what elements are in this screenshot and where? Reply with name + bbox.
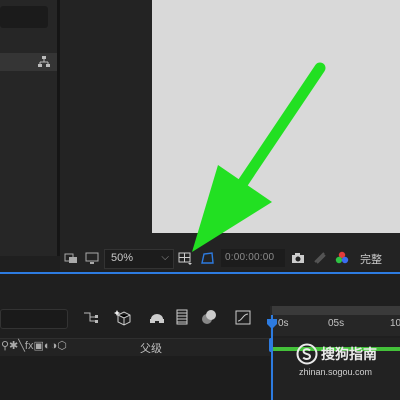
chevron-down-icon: ⌵ bbox=[161, 252, 169, 263]
color-channels-icon[interactable] bbox=[334, 250, 350, 266]
ruler-label-start: 0s bbox=[278, 318, 289, 329]
draft-3d-icon[interactable] bbox=[114, 308, 132, 326]
project-search-input[interactable] bbox=[0, 6, 48, 28]
nested-comp-icon[interactable] bbox=[82, 308, 100, 326]
timeline-panel-header bbox=[0, 274, 400, 304]
magnification-value: 50% bbox=[111, 252, 134, 264]
ruler-label-10s: 10 bbox=[390, 318, 400, 329]
flowchart-icon[interactable] bbox=[38, 56, 50, 68]
timeline-search-input[interactable] bbox=[0, 309, 68, 329]
watermark-title: 搜狗指南 bbox=[321, 346, 377, 362]
layer-list bbox=[0, 356, 270, 400]
project-panel bbox=[0, 0, 57, 256]
parent-column-header[interactable]: 父级 bbox=[140, 340, 162, 356]
monitor-icon[interactable] bbox=[84, 250, 100, 266]
playhead-handle-icon[interactable] bbox=[266, 318, 278, 330]
graph-editor-icon[interactable] bbox=[234, 308, 252, 326]
layer-switches-icons[interactable]: ⚲✱╲fx▣◐◑⬡ bbox=[1, 339, 67, 354]
shy-layers-icon[interactable] bbox=[148, 308, 166, 326]
motion-blur-icon[interactable] bbox=[200, 308, 218, 326]
resolution-select[interactable]: 完整 bbox=[360, 251, 382, 267]
annotation-arrow-icon bbox=[192, 62, 326, 252]
sogou-logo-icon bbox=[296, 343, 318, 365]
frame-blending-icon[interactable] bbox=[174, 308, 192, 326]
always-preview-icon[interactable] bbox=[63, 250, 79, 266]
ruler-label-5s: 05s bbox=[328, 318, 345, 329]
magnification-select[interactable]: 50% ⌵ bbox=[104, 249, 174, 269]
watermark-url: zhinan.sogou.com bbox=[299, 367, 373, 377]
time-navigator-bar[interactable] bbox=[272, 306, 400, 315]
